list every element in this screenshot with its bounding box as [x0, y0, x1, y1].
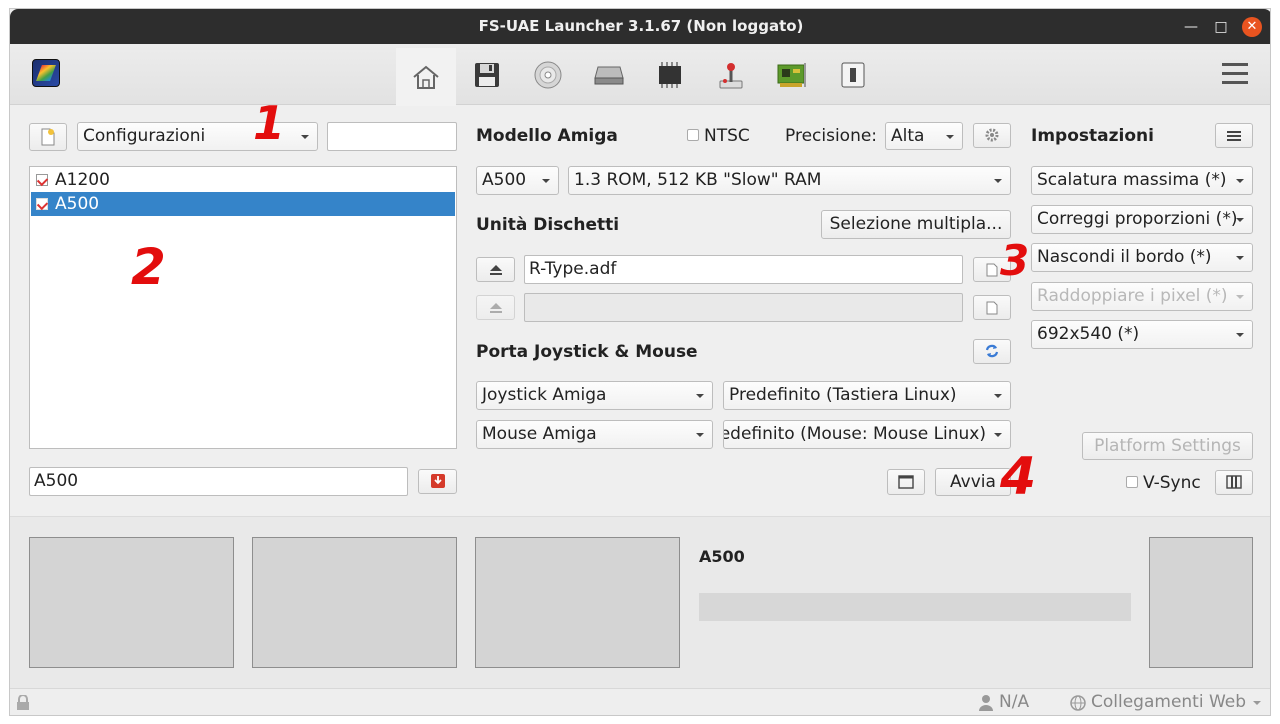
ntsc-checkbox[interactable] — [687, 129, 699, 141]
port0-device-label: Predefinito (Mouse: Mouse Linux) — [723, 424, 986, 444]
tab-memory[interactable] — [640, 50, 700, 100]
switch-icon — [841, 62, 865, 88]
tab-floppy[interactable] — [457, 50, 517, 100]
drive0-input[interactable]: R-Type.adf — [524, 255, 963, 284]
game-title: A500 — [699, 547, 745, 566]
port0-device-dropdown[interactable]: Predefinito (Mouse: Mouse Linux) — [723, 420, 1011, 449]
model-settings-button[interactable] — [973, 123, 1011, 148]
new-document-icon — [41, 128, 55, 146]
screenshot-1 — [29, 537, 234, 668]
annotation-4: 4 — [1000, 447, 1037, 507]
list-item-label: A500 — [55, 194, 100, 214]
config-name-input[interactable]: A500 — [29, 467, 408, 496]
game-info-panel: A500 — [10, 516, 1270, 688]
cover-image — [1149, 537, 1253, 668]
file-icon — [986, 263, 998, 277]
tab-cdrom[interactable] — [518, 50, 578, 100]
fs-uae-logo-icon[interactable] — [32, 59, 60, 87]
resolution-dropdown[interactable]: 692x540 (*) — [1031, 320, 1253, 349]
ports-heading: Porta Joystick & Mouse — [476, 342, 698, 362]
new-config-button[interactable] — [29, 123, 67, 151]
window-mode-button[interactable] — [887, 469, 925, 495]
web-links-menu[interactable]: Collegamenti Web — [1091, 692, 1246, 712]
port1-device-dropdown[interactable]: Predefinito (Tastiera Linux) — [723, 381, 1011, 410]
precision-label: Precisione: — [785, 126, 878, 146]
tab-hard-drive[interactable] — [579, 50, 639, 100]
save-icon — [430, 474, 445, 488]
browse-drive1-button[interactable] — [973, 295, 1011, 320]
toolbar — [10, 44, 1270, 106]
window-icon — [898, 475, 914, 489]
port0-type-dropdown[interactable]: Mouse Amiga — [476, 420, 713, 449]
amiga-model-detail-dropdown[interactable]: 1.3 ROM, 512 KB "Slow" RAM — [568, 166, 1011, 195]
info-bar — [699, 593, 1131, 621]
close-icon[interactable]: ✕ — [1242, 17, 1262, 37]
list-icon — [1227, 131, 1241, 141]
main-menu-icon[interactable] — [1222, 63, 1248, 85]
eject-drive1-button[interactable] — [476, 295, 515, 320]
status-bar: N/A Collegamenti Web — [10, 688, 1270, 715]
save-config-button[interactable] — [418, 469, 457, 494]
hard-drive-icon — [594, 66, 624, 85]
chevron-down-icon — [1253, 701, 1261, 705]
expansion-card-icon — [777, 63, 806, 87]
floppy-drives-heading: Unità Dischetti — [476, 215, 620, 235]
annotation-3: 3 — [1000, 236, 1030, 285]
tab-misc[interactable] — [823, 50, 883, 100]
app-window: FS-UAE Launcher 3.1.67 (Non loggato) — □… — [9, 8, 1271, 716]
refresh-devices-button[interactable] — [973, 339, 1011, 364]
minimize-icon[interactable]: — — [1182, 18, 1200, 36]
cdrom-icon — [534, 61, 562, 89]
joystick-icon — [719, 63, 743, 89]
lock-icon — [17, 695, 29, 710]
vsync-checkbox[interactable] — [1126, 476, 1138, 488]
title-bar: FS-UAE Launcher 3.1.67 (Non loggato) — □… — [10, 9, 1270, 44]
columns-icon — [1226, 475, 1242, 489]
eject-drive0-button[interactable] — [476, 257, 515, 282]
window-title: FS-UAE Launcher 3.1.67 (Non loggato) — [478, 17, 804, 35]
vsync-label: V-Sync — [1143, 473, 1201, 493]
floppy-disk-icon — [475, 63, 499, 87]
amiga-model-dropdown[interactable]: A500 — [476, 166, 559, 195]
settings-menu-button[interactable] — [1215, 123, 1253, 148]
config-icon — [36, 174, 48, 186]
config-list[interactable]: A1200 A500 — [29, 166, 457, 449]
ntsc-label: NTSC — [704, 126, 750, 146]
annotation-1: 1 — [253, 96, 286, 150]
screenshot-2 — [252, 537, 457, 668]
eject-icon — [489, 303, 502, 313]
tab-input[interactable] — [701, 50, 761, 100]
multi-select-button[interactable]: Selezione multipla... — [821, 210, 1011, 239]
memory-chip-icon — [659, 62, 681, 88]
file-icon — [986, 301, 998, 315]
gear-icon — [985, 128, 999, 142]
scaling-dropdown[interactable]: Scalatura massima (*) — [1031, 166, 1253, 195]
precision-dropdown[interactable]: Alta — [885, 122, 963, 150]
globe-icon — [1070, 695, 1086, 711]
platform-settings-button[interactable]: Platform Settings — [1082, 432, 1253, 460]
list-item-label: A1200 — [55, 170, 110, 190]
annotation-2: 2 — [131, 238, 166, 296]
maximize-icon[interactable]: □ — [1212, 18, 1230, 36]
home-icon — [413, 65, 439, 89]
user-status[interactable]: N/A — [999, 692, 1029, 712]
user-icon — [979, 695, 993, 711]
refresh-icon — [985, 344, 999, 358]
list-item[interactable]: A500 — [31, 192, 455, 216]
tab-home[interactable] — [396, 48, 456, 106]
tab-expansions[interactable] — [762, 50, 822, 100]
amiga-model-heading: Modello Amiga — [476, 126, 618, 146]
config-search-input[interactable] — [327, 122, 457, 151]
screenshot-3 — [475, 537, 680, 668]
border-dropdown[interactable]: Nascondi il bordo (*) — [1031, 243, 1253, 272]
aspect-dropdown[interactable]: Correggi proporzioni (*) — [1031, 205, 1253, 234]
drive1-input[interactable] — [524, 293, 963, 322]
settings-heading: Impostazioni — [1031, 126, 1154, 146]
port1-type-dropdown[interactable]: Joystick Amiga — [476, 381, 713, 410]
fullscreen-toggle-button[interactable] — [1215, 470, 1253, 495]
config-icon — [36, 198, 48, 210]
list-item[interactable]: A1200 — [31, 168, 455, 192]
eject-icon — [489, 265, 502, 275]
pixel-double-dropdown[interactable]: Raddoppiare i pixel (*) — [1031, 282, 1253, 311]
